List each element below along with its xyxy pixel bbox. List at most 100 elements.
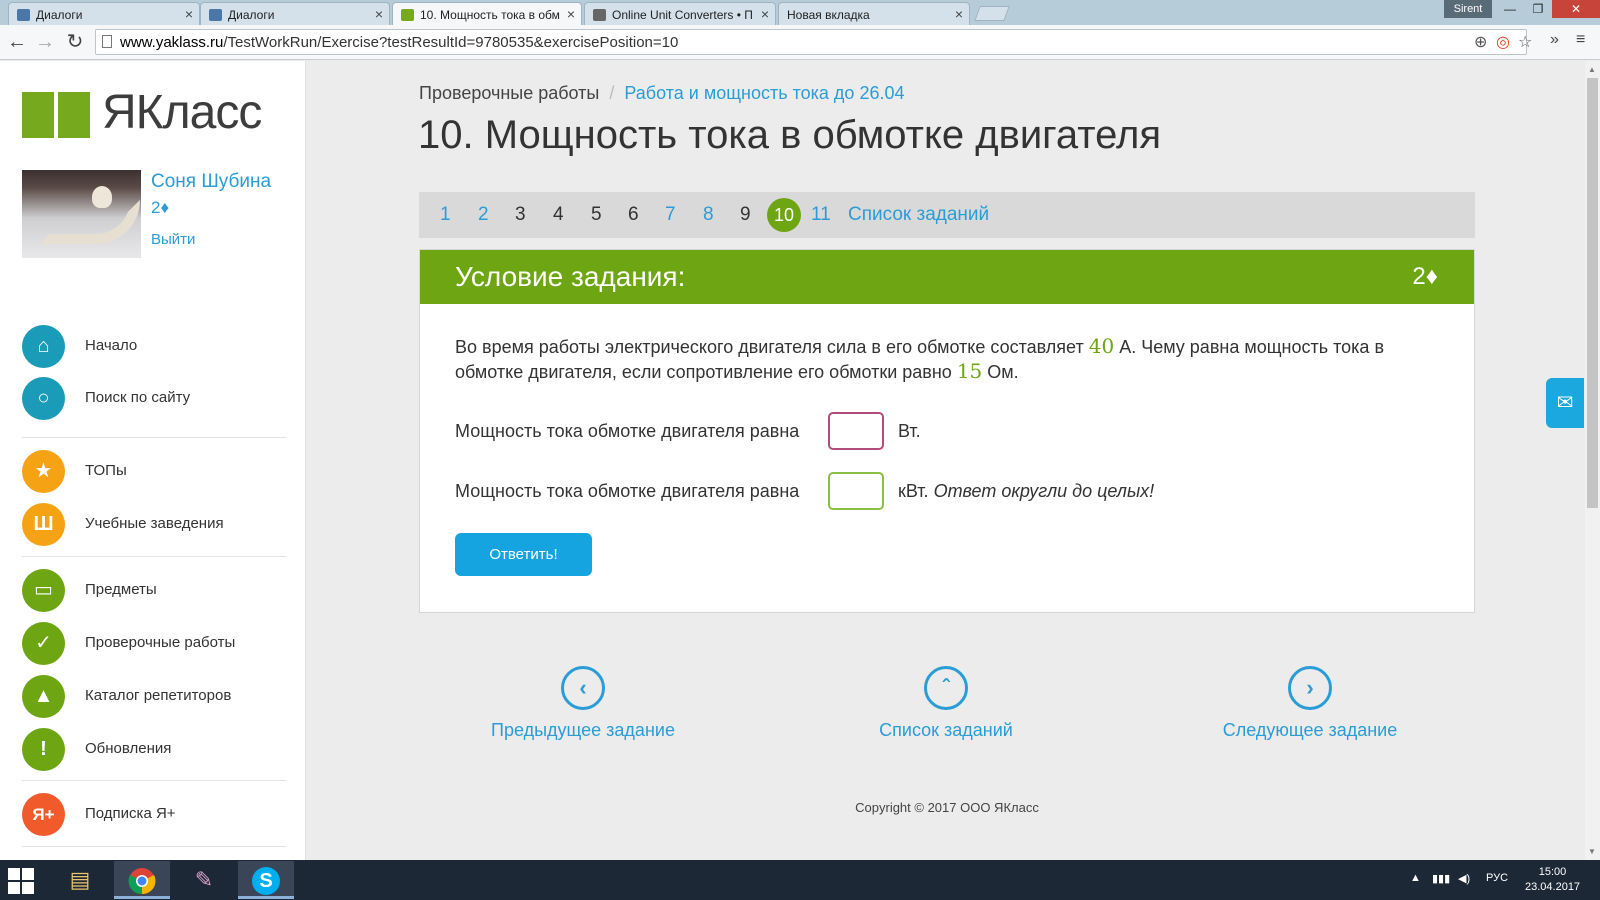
close-window-icon[interactable]: ✕ bbox=[1552, 0, 1600, 18]
close-tab-icon[interactable]: × bbox=[185, 6, 193, 22]
yaklass-favicon-icon bbox=[401, 9, 414, 21]
minimize-icon[interactable]: — bbox=[1496, 0, 1524, 18]
vk-favicon-icon bbox=[17, 9, 30, 21]
scroll-up-icon[interactable]: ▲ bbox=[1588, 65, 1596, 74]
exclamation-icon: ! bbox=[22, 728, 65, 771]
task-header-title: Условие задания: bbox=[455, 261, 686, 292]
tab-title: Новая вкладка bbox=[787, 8, 870, 22]
sidebar-item-tops[interactable]: ★ ТОПы bbox=[22, 450, 292, 494]
converter-favicon-icon bbox=[593, 9, 606, 21]
sidebar-item-schools[interactable]: Ш Учебные заведения bbox=[22, 503, 292, 547]
user-name-link[interactable]: Соня Шубина bbox=[151, 171, 271, 193]
browser-tab-active[interactable]: 10. Мощность тока в обм × bbox=[392, 2, 582, 25]
network-icon[interactable]: ▮▮▮ bbox=[1432, 872, 1450, 885]
pager-item[interactable]: 5 bbox=[591, 204, 602, 226]
volume-icon[interactable]: ◀) bbox=[1458, 872, 1470, 885]
sidebar-item-subjects[interactable]: ▭ Предметы bbox=[22, 569, 292, 613]
close-tab-icon[interactable]: × bbox=[761, 6, 769, 22]
star-icon: ★ bbox=[22, 450, 65, 493]
bookmark-star-icon[interactable]: ☆ bbox=[1518, 32, 1532, 52]
sidebar-item-label: Учебные заведения bbox=[85, 515, 224, 532]
extension-icon[interactable]: ◎ bbox=[1496, 32, 1510, 52]
browser-tab[interactable]: Диалоги × bbox=[8, 2, 200, 25]
file-explorer-icon[interactable]: ▤ bbox=[52, 861, 108, 899]
answer-kilowatts-input[interactable] bbox=[828, 472, 884, 510]
divider bbox=[22, 556, 286, 557]
sidebar-item-label: Подписка Я+ bbox=[85, 805, 176, 822]
scrollbar[interactable]: ▲ ▼ bbox=[1585, 61, 1600, 860]
pager-item[interactable]: 8 bbox=[703, 204, 714, 226]
profile-label[interactable]: Sirent bbox=[1444, 0, 1492, 18]
chevron-right-icon: › bbox=[1288, 666, 1332, 710]
windows-start-icon[interactable] bbox=[8, 868, 34, 894]
paint-icon[interactable]: ✎ bbox=[176, 861, 232, 899]
current-value: 40 bbox=[1088, 334, 1115, 358]
answer-label: Мощность тока обмотке двигателя равна bbox=[455, 421, 800, 441]
chrome-icon[interactable] bbox=[114, 861, 170, 899]
pager-item[interactable]: 4 bbox=[553, 204, 564, 226]
sidebar-item-tests[interactable]: ✓ Проверочные работы bbox=[22, 622, 292, 666]
menu-icon[interactable]: ≡ bbox=[1576, 31, 1585, 49]
browser-tab[interactable]: Диалоги × bbox=[200, 2, 390, 25]
rounding-note: Ответ округли до целых! bbox=[933, 481, 1155, 501]
more-extensions-icon[interactable]: » bbox=[1550, 31, 1559, 49]
pager-item[interactable]: 3 bbox=[515, 204, 526, 226]
answer-watts-input[interactable] bbox=[828, 412, 884, 450]
zoom-icon[interactable]: ⊕ bbox=[1474, 32, 1487, 52]
pager-item[interactable]: 6 bbox=[628, 204, 639, 226]
pager-item[interactable]: 2 bbox=[478, 204, 489, 226]
restore-icon[interactable]: ❐ bbox=[1524, 0, 1552, 18]
os-taskbar: ▤ ✎ S ▲ ▮▮▮ ◀) РУС 15:00 23.04.2017 bbox=[0, 860, 1600, 900]
pager-item-current[interactable]: 10 bbox=[767, 198, 801, 232]
logout-link[interactable]: Выйти bbox=[151, 231, 195, 248]
divider bbox=[22, 780, 286, 781]
browser-tab[interactable]: Новая вкладка × bbox=[778, 2, 970, 25]
tray-expand-icon[interactable]: ▲ bbox=[1410, 872, 1421, 884]
answer-unit-with-note: кВт. Ответ округли до целых! bbox=[898, 481, 1155, 501]
close-tab-icon[interactable]: × bbox=[567, 6, 575, 22]
url-text[interactable]: www.yaklass.ru/TestWorkRun/Exercise?test… bbox=[120, 34, 678, 51]
back-arrow-icon[interactable]: ← bbox=[6, 31, 28, 53]
pager-item[interactable]: 7 bbox=[665, 204, 676, 226]
close-tab-icon[interactable]: × bbox=[955, 6, 963, 22]
close-tab-icon[interactable]: × bbox=[375, 6, 383, 22]
browser-tab[interactable]: Online Unit Converters • П × bbox=[584, 2, 776, 25]
breadcrumb-root[interactable]: Проверочные работы bbox=[419, 83, 599, 103]
ya-plus-icon: Я+ bbox=[22, 793, 65, 836]
address-bar[interactable]: www.yaklass.ru/TestWorkRun/Exercise?test… bbox=[95, 29, 1532, 55]
system-clock[interactable]: 15:00 23.04.2017 bbox=[1525, 865, 1580, 895]
building-icon: Ш bbox=[22, 503, 65, 546]
divider bbox=[22, 437, 286, 438]
task-list-bottom-link[interactable]: ˆ Список заданий bbox=[836, 666, 1056, 741]
clock-date: 23.04.2017 bbox=[1525, 881, 1581, 893]
pager-item[interactable]: 11 bbox=[811, 204, 831, 226]
pager-item[interactable]: 1 bbox=[440, 204, 451, 226]
scroll-down-icon[interactable]: ▼ bbox=[1588, 847, 1596, 856]
sidebar-item-updates[interactable]: ! Обновления bbox=[22, 728, 292, 772]
scrollbar-thumb[interactable] bbox=[1587, 78, 1598, 508]
submit-answer-button[interactable]: Ответить! bbox=[455, 533, 592, 576]
new-tab-button[interactable] bbox=[974, 6, 1010, 21]
forward-arrow-icon[interactable]: → bbox=[34, 31, 56, 53]
feedback-mail-icon[interactable]: ✉ bbox=[1546, 378, 1584, 428]
skype-icon[interactable]: S bbox=[238, 861, 294, 899]
sidebar-item-home[interactable]: ⌂ Начало bbox=[22, 325, 292, 369]
browser-toolbar: ← → ↻ www.yaklass.ru/TestWorkRun/Exercis… bbox=[0, 25, 1600, 60]
breadcrumb-link[interactable]: Работа и мощность тока до 26.04 bbox=[624, 83, 904, 103]
task-panel: Условие задания: 2♦ Во время работы элек… bbox=[419, 249, 1475, 613]
task-list-link[interactable]: Список заданий bbox=[848, 204, 989, 226]
language-indicator[interactable]: РУС bbox=[1486, 872, 1508, 884]
page-icon bbox=[102, 35, 112, 48]
pager-item[interactable]: 9 bbox=[740, 204, 751, 226]
sidebar-item-label: Каталог репетиторов bbox=[85, 687, 232, 704]
previous-task-link[interactable]: ‹ Предыдущее задание bbox=[473, 666, 693, 741]
sidebar-item-label: Предметы bbox=[85, 581, 157, 598]
sidebar-item-tutors[interactable]: ▲ Каталог репетиторов bbox=[22, 675, 292, 719]
avatar[interactable] bbox=[22, 170, 141, 258]
tab-title: Диалоги bbox=[228, 8, 275, 22]
sidebar-item-subscription[interactable]: Я+ Подписка Я+ bbox=[22, 793, 292, 837]
sidebar-item-search[interactable]: ○ Поиск по сайту bbox=[22, 377, 292, 421]
task-header: Условие задания: 2♦ bbox=[420, 250, 1474, 304]
next-task-link[interactable]: › Следующее задание bbox=[1200, 666, 1420, 741]
reload-icon[interactable]: ↻ bbox=[64, 31, 86, 53]
